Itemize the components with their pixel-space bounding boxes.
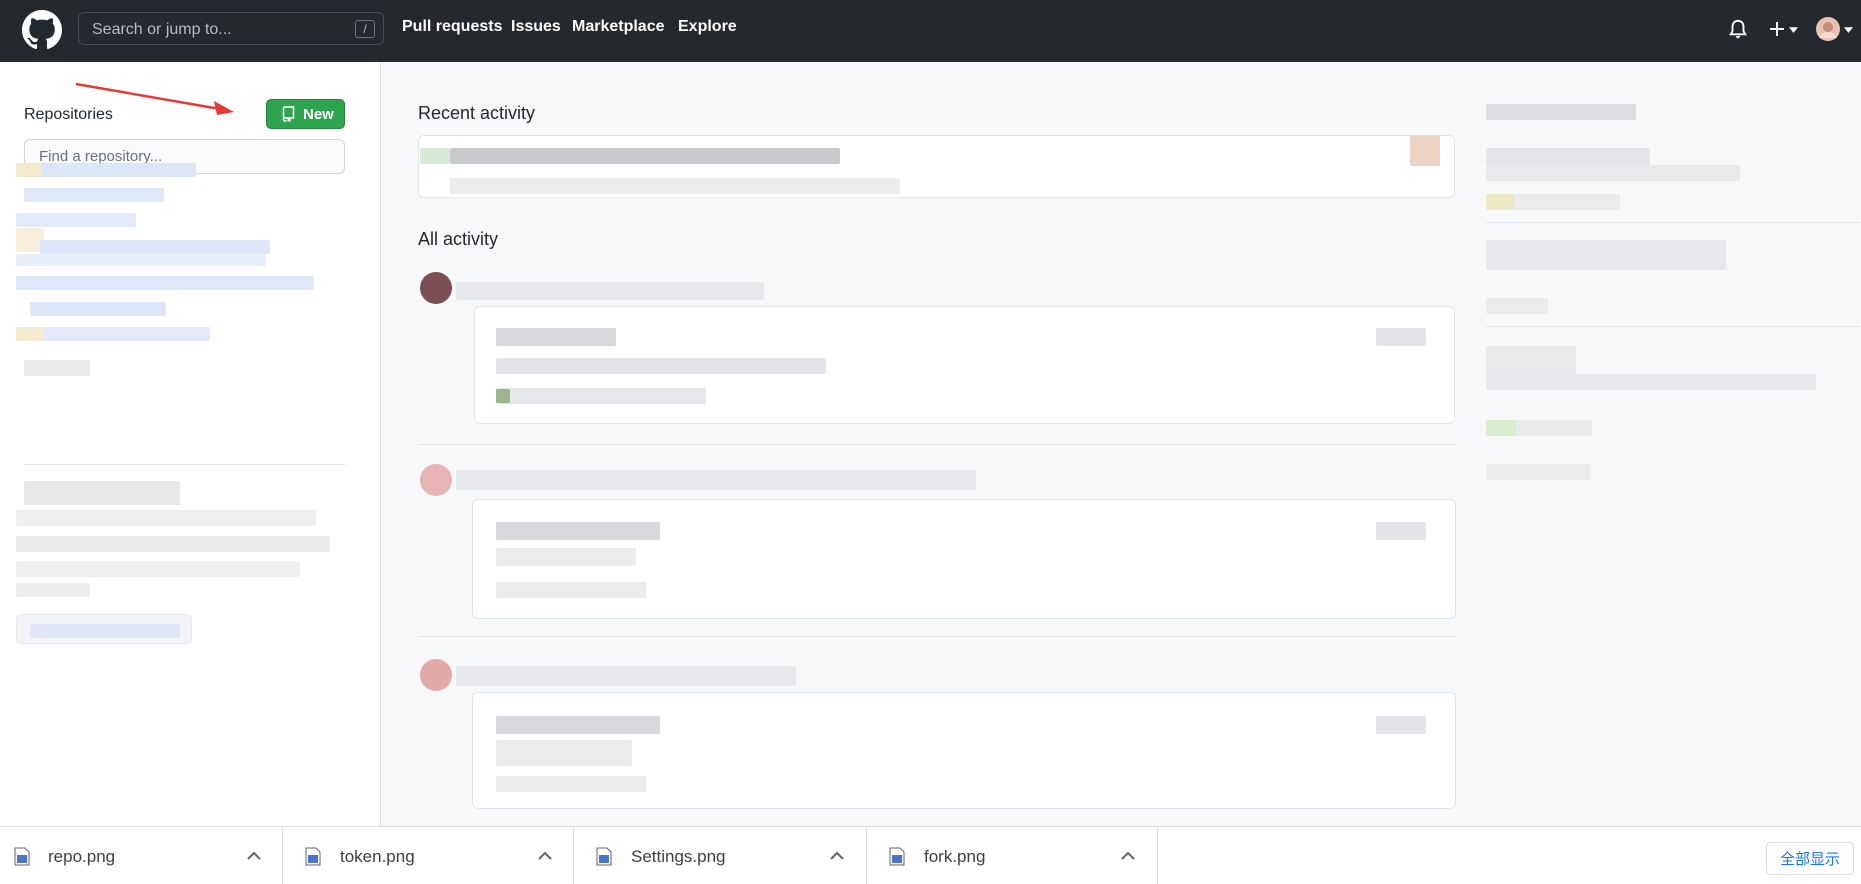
search-box[interactable]: Search or jump to... / xyxy=(78,12,384,45)
right-item-desc xyxy=(1486,374,1816,390)
sidebar-action-label xyxy=(30,624,180,638)
chevron-up-icon[interactable] xyxy=(247,851,261,861)
star-button[interactable] xyxy=(1376,328,1426,346)
team-item[interactable] xyxy=(16,536,330,552)
feed-repo-meta xyxy=(496,582,646,598)
feed-repo-desc xyxy=(496,358,826,374)
feed-repo-meta xyxy=(496,776,646,792)
avatar[interactable] xyxy=(1816,17,1840,41)
new-repository-button[interactable]: New xyxy=(266,99,345,129)
image-file-icon xyxy=(889,847,905,866)
repo-list-item[interactable] xyxy=(16,327,210,341)
image-file-icon xyxy=(596,847,612,866)
teams-heading xyxy=(24,481,180,505)
feed-repo-meta xyxy=(496,388,706,404)
team-item[interactable] xyxy=(16,561,300,577)
image-file-icon xyxy=(14,847,30,866)
chevron-up-icon[interactable] xyxy=(1121,851,1135,861)
repo-icon xyxy=(282,106,295,122)
nav-marketplace[interactable]: Marketplace xyxy=(572,18,665,36)
feed-item-header xyxy=(456,470,976,490)
right-section-heading xyxy=(1486,104,1636,120)
avatar[interactable] xyxy=(420,464,452,496)
new-button-label: New xyxy=(303,106,334,123)
recent-activity-meta xyxy=(450,178,900,194)
star-button[interactable] xyxy=(1376,522,1426,540)
language-color-dot xyxy=(496,389,510,403)
feed-repo-desc xyxy=(496,548,636,566)
feed-divider xyxy=(418,444,1455,445)
feed-divider xyxy=(418,636,1455,637)
repositories-sidebar: Repositories New xyxy=(0,62,381,826)
feed-repo-name[interactable] xyxy=(496,522,660,540)
repo-list-item[interactable] xyxy=(16,163,196,177)
avatar xyxy=(1410,136,1440,166)
nav-pull-requests[interactable]: Pull requests xyxy=(402,18,502,36)
feed-repo-name[interactable] xyxy=(496,328,616,346)
feed-item-header xyxy=(456,666,796,686)
download-filename: fork.png xyxy=(924,847,986,866)
feed-repo-desc xyxy=(496,740,632,766)
chevron-up-icon[interactable] xyxy=(538,851,552,861)
image-file-icon xyxy=(305,847,321,866)
right-item-desc xyxy=(1486,165,1740,181)
feed-item-header xyxy=(456,282,764,300)
repo-list-item[interactable] xyxy=(24,188,164,202)
team-item[interactable] xyxy=(16,583,90,597)
feed-repo-name[interactable] xyxy=(496,716,660,734)
sidebar-divider xyxy=(24,464,345,465)
nav-issues[interactable]: Issues xyxy=(511,18,561,36)
download-filename: Settings.png xyxy=(631,847,726,866)
right-item-meta xyxy=(1486,464,1590,480)
chevron-up-icon[interactable] xyxy=(830,851,844,861)
repo-list-item[interactable] xyxy=(30,302,166,316)
repo-list-item[interactable] xyxy=(16,276,314,290)
download-filename: token.png xyxy=(340,847,415,866)
repo-list-item[interactable] xyxy=(40,240,270,254)
avatar[interactable] xyxy=(420,272,452,304)
language-color-dot xyxy=(1486,194,1514,210)
avatar-dropdown-caret-icon[interactable] xyxy=(1844,27,1853,33)
right-divider xyxy=(1486,222,1860,223)
plus-dropdown-caret-icon[interactable] xyxy=(1789,27,1798,33)
nav-explore[interactable]: Explore xyxy=(678,18,737,36)
recent-activity-title[interactable] xyxy=(450,148,840,164)
repo-list-item[interactable] xyxy=(16,213,136,227)
download-filename: repo.png xyxy=(48,847,116,866)
show-all-downloads-button[interactable]: 全部显示 xyxy=(1766,842,1854,875)
github-logo-icon[interactable] xyxy=(22,10,62,50)
download-item-fork[interactable]: fork.png xyxy=(867,827,1158,884)
right-item-title[interactable] xyxy=(1486,240,1726,270)
language-color-dot xyxy=(1486,420,1516,436)
show-more-link[interactable] xyxy=(24,360,90,376)
all-activity-heading: All activity xyxy=(418,229,499,249)
right-item-title[interactable] xyxy=(1486,346,1576,376)
avatar[interactable] xyxy=(420,659,452,691)
star-button[interactable] xyxy=(1376,716,1426,734)
repo-icon xyxy=(420,148,450,164)
repo-list-item-desc xyxy=(16,254,266,266)
repo-owner-avatar xyxy=(16,327,44,341)
top-header: Search or jump to... / Pull requests Iss… xyxy=(0,0,1861,62)
recent-activity-heading: Recent activity xyxy=(418,103,536,123)
download-item-token[interactable]: token.png xyxy=(283,827,574,884)
bell-icon[interactable] xyxy=(1728,19,1748,41)
right-item-meta xyxy=(1486,298,1548,314)
slash-key-hint: / xyxy=(355,20,375,38)
plus-icon[interactable] xyxy=(1768,20,1786,38)
search-placeholder: Search or jump to... xyxy=(92,21,232,38)
repo-owner-avatar xyxy=(16,163,42,177)
right-divider xyxy=(1486,326,1860,327)
team-item[interactable] xyxy=(16,510,316,526)
download-item-repo[interactable]: repo.png xyxy=(0,827,283,884)
annotation-arrow xyxy=(75,82,234,115)
download-bar: repo.png token.png Settings.png fork.png xyxy=(0,826,1861,884)
download-item-settings[interactable]: Settings.png xyxy=(574,827,867,884)
